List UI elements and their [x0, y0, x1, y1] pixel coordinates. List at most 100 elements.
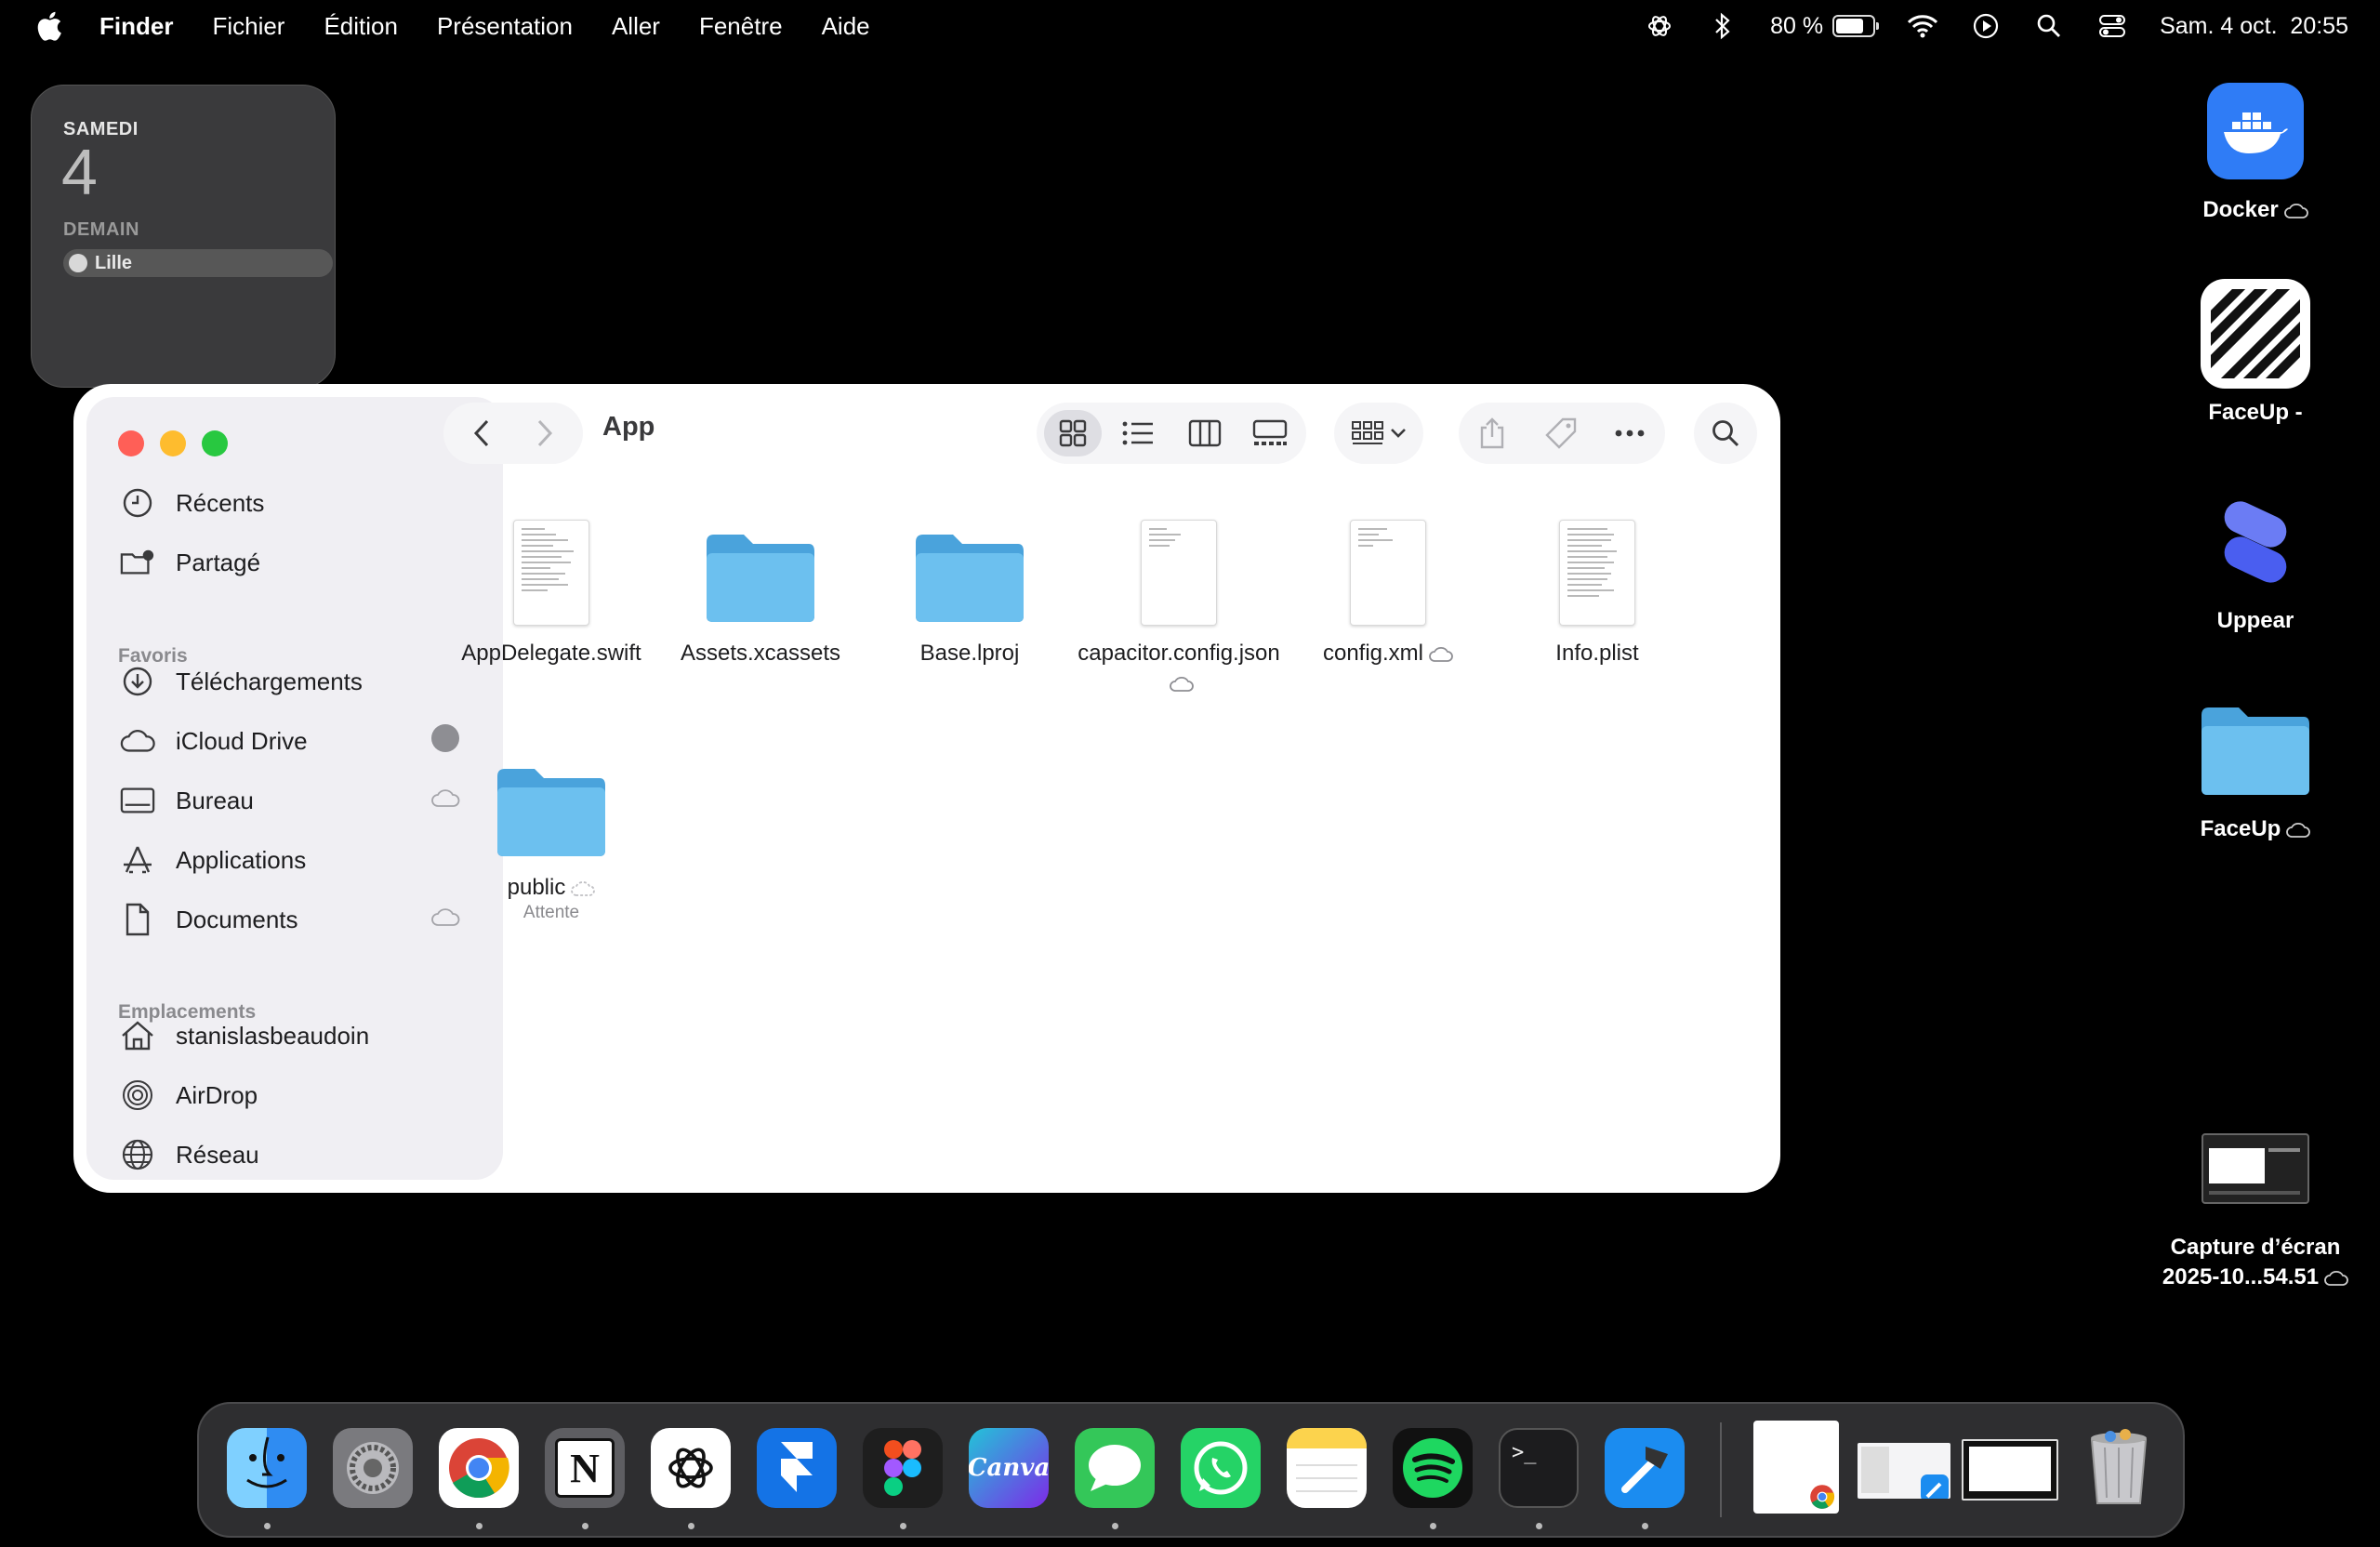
desktop-item-label: FaceUp: [2200, 816, 2281, 841]
menu-presentation[interactable]: Présentation: [417, 12, 592, 41]
dock-chatgpt[interactable]: [651, 1428, 731, 1508]
sidebar-item-label: Récents: [176, 488, 265, 517]
shared-folder-icon: [120, 545, 155, 580]
notion-icon: N: [555, 1438, 615, 1498]
sidebar-item-shared[interactable]: Partagé: [120, 542, 492, 583]
dock-chrome[interactable]: [439, 1428, 519, 1508]
desktop-item-uppear[interactable]: Uppear: [2153, 491, 2358, 636]
tag-button[interactable]: [1533, 410, 1589, 456]
menu-fichier[interactable]: Fichier: [192, 12, 304, 41]
folder-item[interactable]: Base.lproj: [867, 505, 1072, 668]
zoom-button[interactable]: [202, 430, 228, 456]
desktop-item-docker[interactable]: Docker: [2153, 80, 2358, 225]
clock-icon: [120, 485, 155, 521]
icloud-icon: [2324, 1270, 2348, 1286]
control-center-icon[interactable]: [2096, 10, 2128, 42]
sidebar-item-downloads[interactable]: Téléchargements: [120, 661, 492, 702]
running-indicator: [688, 1523, 694, 1529]
file-item[interactable]: config.xml: [1286, 505, 1490, 668]
search-button[interactable]: [1694, 403, 1757, 464]
desktop-item-screenshot[interactable]: Capture d’écran 2025-10...54.51: [2153, 1117, 2358, 1292]
dock-whatsapp[interactable]: [1181, 1428, 1261, 1508]
back-button[interactable]: [451, 403, 512, 464]
desktop-item-label: Uppear: [2216, 608, 2294, 633]
file-item[interactable]: capacitor.config.json: [1077, 505, 1281, 698]
now-playing-icon[interactable]: [1970, 10, 2002, 42]
event-dot-icon: [69, 254, 87, 272]
sidebar-item-documents[interactable]: Documents: [120, 899, 492, 940]
close-button[interactable]: [118, 430, 144, 456]
forward-button[interactable]: [514, 403, 575, 464]
finder-icon: [246, 1436, 287, 1488]
minimize-button[interactable]: [160, 430, 186, 456]
dock-minimized-screenshot[interactable]: [1962, 1439, 2058, 1501]
folder-icon: [707, 535, 814, 622]
menu-app-finder[interactable]: Finder: [80, 12, 192, 41]
sidebar-item-icloud-drive[interactable]: iCloud Drive: [120, 721, 492, 761]
sidebar-item-recents[interactable]: Récents: [120, 483, 492, 523]
dock-figma[interactable]: [863, 1428, 943, 1508]
sidebar-item-label: Applications: [176, 845, 307, 874]
desktop-item-faceup-folder[interactable]: FaceUp: [2153, 699, 2358, 844]
dock-spotify[interactable]: [1393, 1428, 1473, 1508]
bluetooth-icon[interactable]: [1707, 10, 1739, 42]
search-icon: [1712, 420, 1739, 447]
spotlight-search-icon[interactable]: [2033, 10, 2065, 42]
dock-trash[interactable]: [2079, 1428, 2159, 1508]
dock-xcode[interactable]: [1605, 1428, 1685, 1508]
chatgpt-menu-icon[interactable]: [1644, 10, 1675, 42]
chevron-right-icon: [537, 419, 553, 447]
folder-item[interactable]: public Attente: [449, 739, 654, 923]
list-view-button[interactable]: [1109, 410, 1167, 456]
calendar-widget[interactable]: SAMEDI 4 DEMAIN Lille: [31, 85, 336, 388]
menu-aller[interactable]: Aller: [592, 12, 680, 41]
menu-bar: Finder Fichier Édition Présentation Alle…: [0, 0, 2380, 52]
chevron-down-icon: [1391, 429, 1406, 438]
finder-window: Récents Partagé Favoris Téléchargements …: [73, 384, 1780, 1193]
sidebar-item-label: Réseau: [176, 1140, 259, 1169]
notes-icon: [1287, 1428, 1367, 1492]
sidebar-item-airdrop[interactable]: AirDrop: [120, 1075, 492, 1116]
wifi-icon[interactable]: [1907, 10, 1938, 42]
gallery-view-button[interactable]: [1241, 410, 1299, 456]
sidebar-item-label: Bureau: [176, 786, 254, 814]
dock-canva[interactable]: Canva: [969, 1428, 1049, 1508]
folder-item[interactable]: Assets.xcassets: [658, 505, 863, 668]
sidebar-item-network[interactable]: Réseau: [120, 1134, 492, 1175]
dock-terminal[interactable]: >_: [1499, 1428, 1579, 1508]
menu-aide[interactable]: Aide: [802, 12, 890, 41]
dock: N Canva >_: [197, 1402, 2185, 1538]
dock-system-settings[interactable]: [333, 1428, 413, 1508]
sidebar-item-label: Partagé: [176, 548, 261, 576]
desktop-item-faceup-app[interactable]: FaceUp -: [2153, 279, 2358, 428]
icloud-icon: [1429, 646, 1453, 662]
dock-framer[interactable]: [757, 1428, 837, 1508]
dock-finder[interactable]: [227, 1428, 307, 1508]
sidebar-item-home[interactable]: stanislasbeaudoin: [120, 1015, 492, 1056]
file-name: config.xml: [1286, 639, 1490, 668]
sidebar-item-applications[interactable]: Applications: [120, 840, 492, 880]
list-icon: [1122, 421, 1153, 445]
sidebar-item-desktop[interactable]: Bureau: [120, 780, 492, 821]
clock-datetime[interactable]: Sam. 4 oct. 20:55: [2160, 13, 2348, 40]
chrome-icon: [449, 1438, 509, 1499]
group-by-button[interactable]: [1334, 403, 1423, 464]
apple-menu-icon[interactable]: [33, 9, 63, 43]
file-status: Attente: [522, 903, 580, 922]
dock-minimized-window[interactable]: [1858, 1443, 1950, 1499]
icon-view-button[interactable]: [1044, 410, 1102, 456]
network-icon: [120, 1137, 155, 1172]
menu-fenetre[interactable]: Fenêtre: [680, 12, 802, 41]
dock-notes[interactable]: [1287, 1428, 1367, 1508]
menu-edition[interactable]: Édition: [304, 12, 417, 41]
file-item[interactable]: Info.plist: [1495, 505, 1699, 668]
dock-recent-document[interactable]: [1753, 1421, 1839, 1514]
dock-messages[interactable]: [1075, 1428, 1155, 1508]
dock-notion[interactable]: N: [545, 1428, 625, 1508]
sidebar-item-label: Téléchargements: [176, 667, 363, 695]
battery-status[interactable]: 80 %: [1770, 13, 1880, 40]
file-item[interactable]: AppDelegate.swift: [449, 505, 654, 668]
column-view-button[interactable]: [1176, 410, 1234, 456]
more-actions-button[interactable]: [1602, 410, 1658, 456]
share-button[interactable]: [1464, 410, 1520, 456]
